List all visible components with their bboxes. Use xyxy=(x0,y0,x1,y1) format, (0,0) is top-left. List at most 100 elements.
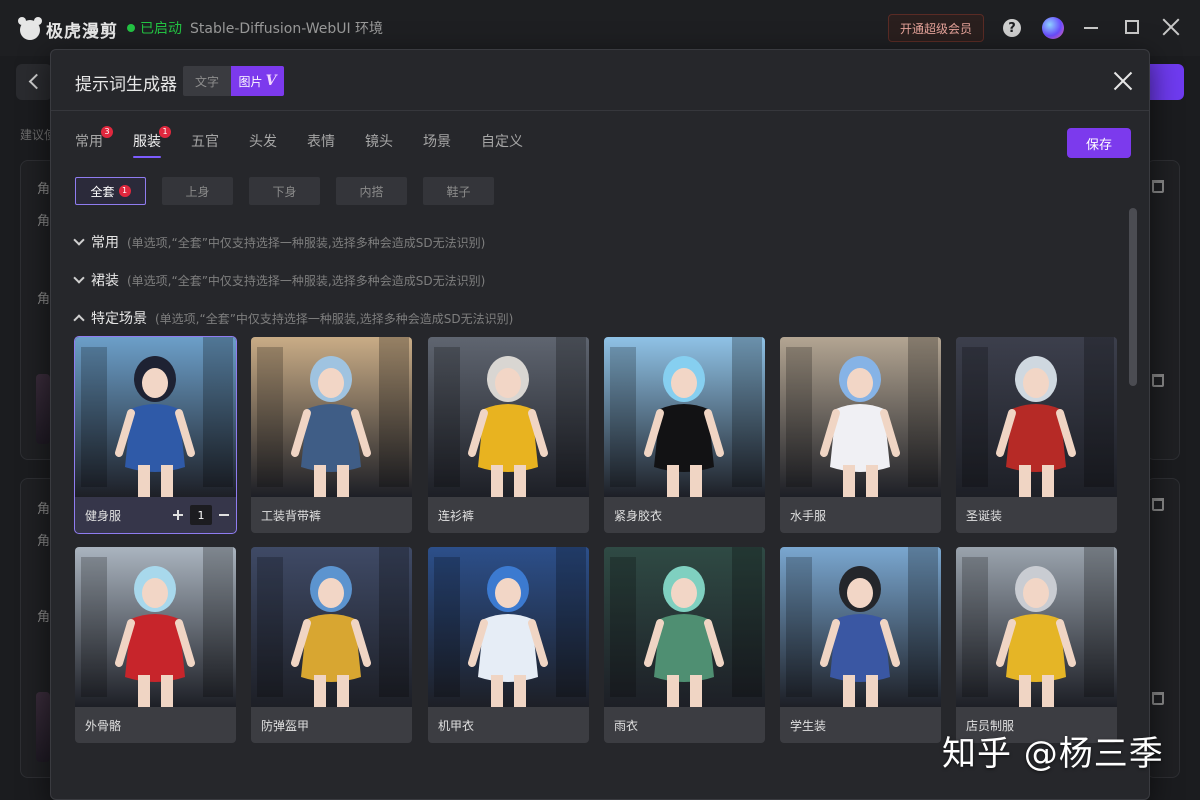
outfit-card[interactable]: 防弹盔甲 xyxy=(251,547,412,743)
save-button[interactable]: 保存 xyxy=(1067,128,1131,158)
background-thumbnail xyxy=(36,374,50,444)
dialog-title: 提示词生成器 xyxy=(75,75,177,95)
background-label: 角 xyxy=(37,502,51,517)
section-common[interactable]: 常用 (单选项,“全套”中仅支持选择一种服装,选择多种会造成SD无法识别) xyxy=(73,232,486,252)
outfit-thumbnail xyxy=(428,337,589,497)
outfit-label: 紧身胶衣 xyxy=(614,509,663,523)
scrollbar[interactable] xyxy=(1129,208,1137,386)
background-label: 角 xyxy=(37,534,51,549)
avatar[interactable] xyxy=(1042,17,1064,39)
tab-badge: 1 xyxy=(159,126,171,138)
subtab-lower-body[interactable]: 下身 xyxy=(249,177,320,205)
tab-expression[interactable]: 表情 xyxy=(307,132,335,162)
tab-camera[interactable]: 镜头 xyxy=(365,132,393,162)
outfit-label: 学生装 xyxy=(790,719,827,733)
section-title: 常用 xyxy=(91,235,119,251)
tab-label: 服装 xyxy=(133,134,161,150)
outfit-card[interactable]: 圣诞装 xyxy=(956,337,1117,533)
clothing-subtabs: 全套 1 上身 下身 内搭 鞋子 xyxy=(75,177,494,205)
mode-switch: 文字 图片 V xyxy=(183,66,284,96)
outfit-thumbnail xyxy=(75,337,236,497)
vip-v-icon: V xyxy=(265,73,277,89)
app-name: 极虎漫剪 xyxy=(46,22,118,42)
background-label: 角 xyxy=(37,610,51,625)
tab-badge: 3 xyxy=(101,126,113,138)
outfit-label: 工装背带裤 xyxy=(261,509,322,523)
title-bar: 极虎漫剪 已启动 Stable-Diffusion-WebUI 环境 开通超级会… xyxy=(0,0,1200,56)
outfit-card[interactable]: 紧身胶衣 xyxy=(604,337,765,533)
outfit-thumbnail xyxy=(251,337,412,497)
background-card xyxy=(1146,160,1180,460)
tab-facial-features[interactable]: 五官 xyxy=(191,132,219,162)
vip-button[interactable]: 开通超级会员 xyxy=(888,14,984,42)
subtab-shoes[interactable]: 鞋子 xyxy=(423,177,494,205)
tab-scene[interactable]: 场景 xyxy=(423,132,451,162)
mode-image-label: 图片 xyxy=(238,74,263,89)
section-specific-scenes[interactable]: 特定场景 (单选项,“全套”中仅支持选择一种服装,选择多种会造成SD无法识别) xyxy=(73,308,514,328)
app-logo: 极虎漫剪 xyxy=(18,16,118,42)
outfit-card[interactable]: 健身服 1 xyxy=(74,336,237,534)
outfit-card[interactable]: 水手服 xyxy=(780,337,941,533)
watermark: 知乎 @杨三季 xyxy=(942,734,1164,774)
trash-icon[interactable] xyxy=(1152,374,1164,387)
subtab-innerwear[interactable]: 内搭 xyxy=(336,177,407,205)
outfit-label: 外骨骼 xyxy=(85,719,122,733)
background-label: 角 xyxy=(37,214,51,229)
section-title: 特定场景 xyxy=(91,311,147,327)
trash-icon[interactable] xyxy=(1152,180,1164,193)
close-icon[interactable] xyxy=(1113,71,1133,91)
outfit-card[interactable]: 工装背带裤 xyxy=(251,337,412,533)
back-button[interactable] xyxy=(16,64,52,100)
subtab-upper-body[interactable]: 上身 xyxy=(162,177,233,205)
mode-text-button[interactable]: 文字 xyxy=(183,66,231,96)
tab-clothing[interactable]: 服装 1 xyxy=(133,126,171,162)
chevron-up-icon xyxy=(73,314,85,326)
outfit-thumbnail xyxy=(956,337,1117,497)
background-label: 角 xyxy=(37,182,51,197)
status-text: 已启动 xyxy=(140,21,182,37)
minimize-icon[interactable] xyxy=(1084,27,1098,29)
outfit-card[interactable]: 店员制服 xyxy=(956,547,1117,743)
outfit-label: 雨衣 xyxy=(614,719,639,733)
outfit-label: 水手服 xyxy=(790,509,827,523)
outfit-thumbnail xyxy=(780,337,941,497)
outfit-card[interactable]: 学生装 xyxy=(780,547,941,743)
section-note: (单选项,“全套”中仅支持选择一种服装,选择多种会造成SD无法识别) xyxy=(127,273,486,288)
dialog-header: 提示词生成器 文字 图片 V xyxy=(51,50,1149,111)
outfit-card[interactable]: 机甲衣 xyxy=(428,547,589,743)
tab-common[interactable]: 常用 3 xyxy=(75,126,113,162)
outfit-thumbnail xyxy=(956,547,1117,707)
outfit-label: 健身服 xyxy=(85,509,122,523)
status-dot-icon xyxy=(127,24,135,32)
plus-icon[interactable] xyxy=(172,507,184,523)
bear-logo-icon xyxy=(18,16,42,40)
tab-hair[interactable]: 头发 xyxy=(249,132,277,162)
outfit-card[interactable]: 雨衣 xyxy=(604,547,765,743)
prompt-generator-dialog: 提示词生成器 文字 图片 V 常用 3 服装 1 五官 头发 表情 镜头 场景 … xyxy=(50,49,1150,800)
environment-label: Stable-Diffusion-WebUI 环境 xyxy=(190,21,384,37)
section-note: (单选项,“全套”中仅支持选择一种服装,选择多种会造成SD无法识别) xyxy=(155,311,514,326)
window-close-icon[interactable] xyxy=(1162,18,1180,36)
tab-custom[interactable]: 自定义 xyxy=(481,132,523,162)
quantity-value[interactable]: 1 xyxy=(190,505,212,525)
trash-icon[interactable] xyxy=(1152,498,1164,511)
outfit-card[interactable]: 外骨骼 xyxy=(75,547,236,743)
minus-icon[interactable] xyxy=(218,507,230,523)
outfit-thumbnail xyxy=(75,547,236,707)
subtab-label: 全套 xyxy=(90,184,115,199)
trash-icon[interactable] xyxy=(1152,692,1164,705)
section-dresses[interactable]: 裙装 (单选项,“全套”中仅支持选择一种服装,选择多种会造成SD无法识别) xyxy=(73,270,486,290)
subtab-full-set[interactable]: 全套 1 xyxy=(75,177,146,205)
maximize-icon[interactable] xyxy=(1125,20,1139,34)
background-label: 角 xyxy=(37,292,51,307)
subtab-badge: 1 xyxy=(118,185,131,197)
help-icon[interactable]: ? xyxy=(1003,19,1021,37)
outfit-card[interactable]: 连衫裤 xyxy=(428,337,589,533)
quantity-stepper: 1 xyxy=(172,505,230,525)
outfit-thumbnail xyxy=(428,547,589,707)
mode-image-button[interactable]: 图片 V xyxy=(231,66,284,96)
outfit-thumbnail xyxy=(780,547,941,707)
section-note: (单选项,“全套”中仅支持选择一种服装,选择多种会造成SD无法识别) xyxy=(127,235,486,250)
background-thumbnail xyxy=(36,692,50,762)
chevron-down-icon xyxy=(73,272,85,284)
